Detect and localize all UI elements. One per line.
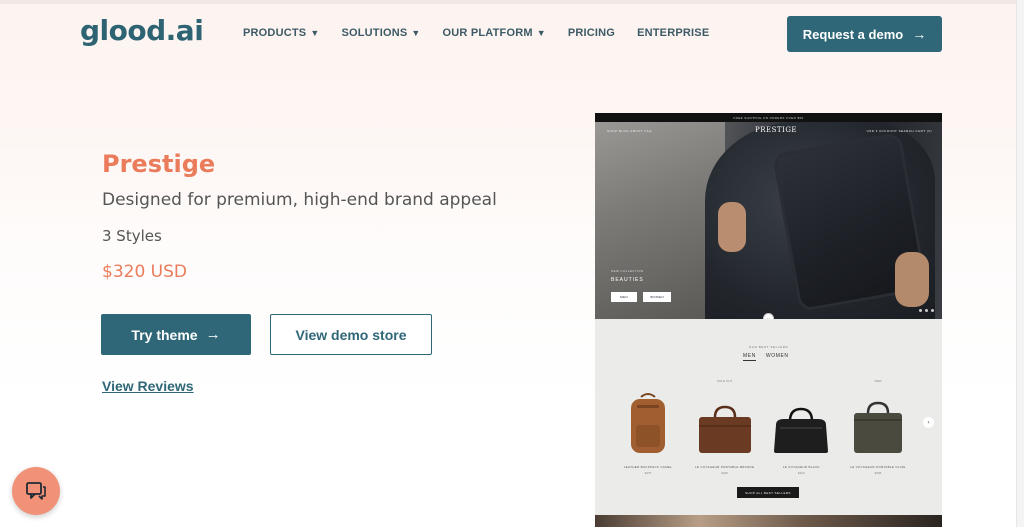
preview-tab-men: MEN: [743, 353, 756, 361]
main-nav: PRODUCTS ▼ SOLUTIONS ▼ OUR PLATFORM ▼ PR…: [243, 27, 731, 39]
preview-next-section: [595, 515, 942, 527]
preview-slider-dots: [919, 309, 934, 312]
preview-nav-links: SHOP BLOG ABOUT FAQ: [607, 129, 652, 133]
theme-preview-screenshot: FREE SHIPPING ON ORDERS OVER $50 SHOP BL…: [595, 113, 942, 527]
try-theme-label: Try theme: [131, 326, 198, 343]
chevron-down-icon: ▼: [310, 28, 320, 38]
chevron-down-icon: ▼: [536, 28, 546, 38]
nav-enterprise[interactable]: ENTERPRISE: [637, 27, 709, 39]
nav-label: PRODUCTS: [243, 27, 307, 39]
theme-title: Prestige: [102, 150, 216, 178]
nav-label: OUR PLATFORM: [442, 27, 533, 39]
preview-best-sellers: OUR BEST SELLERS MEN WOMEN LEATHER BACKP…: [595, 319, 942, 515]
nav-pricing[interactable]: PRICING: [568, 27, 615, 39]
theme-price: $320 USD: [102, 262, 187, 282]
nav-products[interactable]: PRODUCTS ▼: [243, 27, 319, 39]
preview-tab-women: WOMEN: [765, 353, 789, 359]
nav-solutions[interactable]: SOLUTIONS ▼: [341, 27, 420, 39]
hero-hand: [895, 252, 929, 307]
product-name: LEATHER BACKPACK CAMEL: [623, 465, 673, 469]
preview-announcement-bar: FREE SHIPPING ON ORDERS OVER $50: [595, 113, 942, 122]
chevron-down-icon: ▼: [411, 28, 421, 38]
preview-nav-utility: USD ▾ ACCOUNT SEARCH CART (0): [866, 129, 932, 133]
theme-styles-count: 3 Styles: [102, 227, 162, 245]
nav-label: PRICING: [567, 27, 616, 39]
theme-tagline: Designed for premium, high-end brand app…: [102, 190, 497, 210]
view-demo-store-button[interactable]: View demo store: [270, 314, 432, 355]
product-price: $375: [644, 471, 652, 475]
product-name: LE VOYAGEUR PORTABLE BRANDE: [695, 465, 755, 469]
preview-hero: SHOP BLOG ABOUT FAQ PRESTIGE USD ▾ ACCOU…: [595, 122, 942, 319]
preview-tabs: MEN WOMEN: [743, 353, 789, 361]
preview-women-button: WOMEN: [643, 292, 671, 302]
preview-product-grid: LEATHER BACKPACK CAMEL $375 SOLD OUT LE …: [613, 379, 913, 475]
view-reviews-link[interactable]: View Reviews: [102, 378, 194, 394]
top-border: [0, 0, 1024, 4]
try-theme-button[interactable]: Try theme →: [101, 314, 251, 355]
preview-hero-eyebrow: NEW COLLECTION: [611, 269, 644, 273]
product-badge: NEW: [874, 379, 882, 383]
arrow-right-icon: →: [912, 26, 927, 42]
chevron-right-icon: ›: [923, 417, 934, 428]
chat-widget-button[interactable]: [12, 467, 60, 515]
duffel-bag-image: [769, 391, 833, 455]
product-name: LE VOYAGEUR BLACK: [782, 465, 820, 469]
preview-nav: SHOP BLOG ABOUT FAQ PRESTIGE USD ▾ ACCOU…: [595, 126, 942, 136]
preview-product-card: NEW LE VOYAGEUR PORTABLE OLIVE $395: [843, 379, 913, 475]
arrow-right-icon: →: [205, 326, 221, 343]
hero-hand: [718, 202, 746, 252]
page-scrollbar[interactable]: [1016, 0, 1024, 527]
glood-logo[interactable]: glood.ai: [80, 14, 204, 47]
view-demo-store-label: View demo store: [295, 326, 407, 343]
chat-icon: [26, 482, 46, 500]
product-badge: SOLD OUT: [716, 379, 733, 383]
product-price: $420: [797, 471, 805, 475]
preview-shop-all-button: SHOP ALL BEST SELLERS: [737, 487, 799, 498]
backpack-image: [616, 391, 680, 455]
product-price: $420: [721, 471, 728, 475]
product-name: LE VOYAGEUR PORTABLE OLIVE: [850, 465, 906, 469]
preview-product-card: SOLD OUT LE VOYAGEUR PORTABLE BRANDE $42…: [690, 379, 760, 475]
preview-section-eyebrow: OUR BEST SELLERS: [748, 345, 789, 349]
preview-hero-headline: BEAUTIES: [611, 277, 644, 283]
request-demo-button[interactable]: Request a demo →: [787, 16, 942, 52]
request-demo-label: Request a demo: [802, 26, 904, 42]
preview-brand-logo: PRESTIGE: [755, 126, 798, 134]
preview-product-card: LE VOYAGEUR BLACK $420: [766, 379, 836, 475]
preview-product-card: LEATHER BACKPACK CAMEL $375: [613, 379, 683, 475]
briefcase-image: [693, 391, 757, 455]
briefcase-image: [846, 391, 910, 455]
product-price: $395: [874, 471, 882, 475]
nav-label: SOLUTIONS: [341, 27, 408, 39]
nav-our-platform[interactable]: OUR PLATFORM ▼: [443, 27, 546, 39]
nav-label: ENTERPRISE: [637, 27, 710, 39]
preview-men-button: MEN: [611, 292, 637, 302]
